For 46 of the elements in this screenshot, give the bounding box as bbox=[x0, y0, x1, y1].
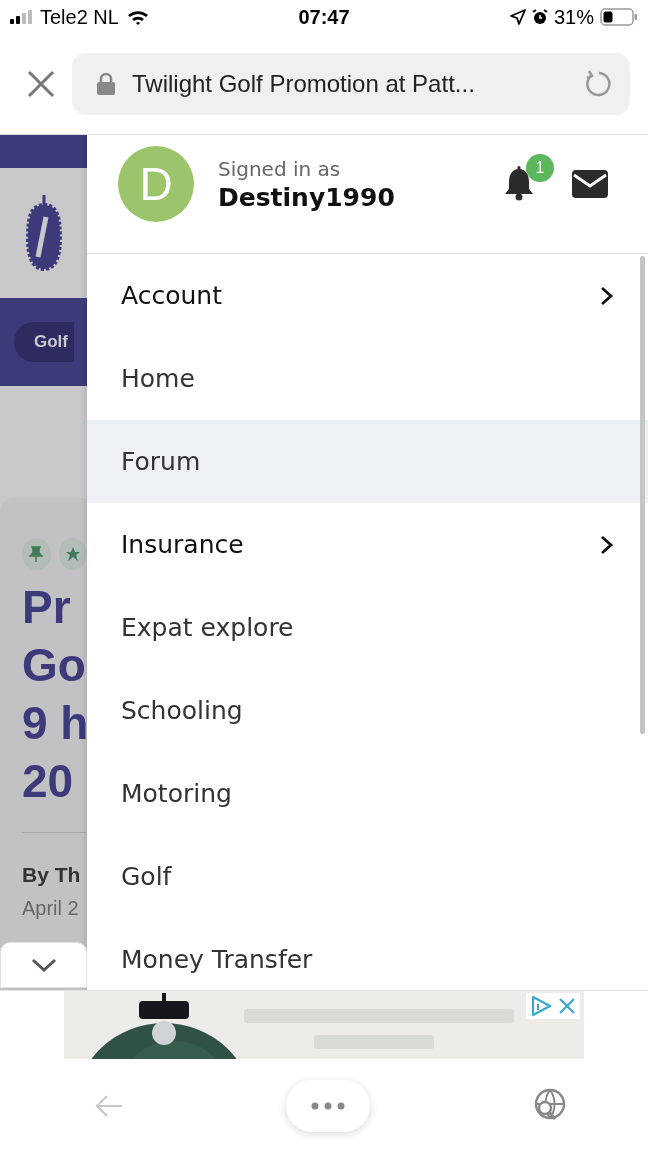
battery-percentage: 31% bbox=[553, 5, 594, 29]
address-bar[interactable]: Twilight Golf Promotion at Patt... bbox=[72, 53, 630, 115]
carrier-name: Tele2 NL bbox=[40, 5, 119, 29]
back-arrow-icon[interactable] bbox=[94, 1093, 124, 1118]
scrollbar[interactable] bbox=[640, 256, 645, 734]
menu-item[interactable]: Schooling bbox=[87, 669, 648, 752]
mail-icon[interactable] bbox=[572, 170, 608, 198]
article-title-fragment: 9 h bbox=[22, 696, 87, 751]
signal-icon bbox=[10, 10, 32, 24]
menu-item[interactable]: Money Transfer bbox=[87, 918, 648, 990]
chevron-down-icon bbox=[29, 957, 58, 973]
avatar: D bbox=[118, 146, 194, 222]
menu-item[interactable]: Golf bbox=[87, 835, 648, 918]
menu-item[interactable]: Forum bbox=[87, 420, 648, 503]
publish-date: April 2 bbox=[22, 897, 80, 920]
battery-icon bbox=[600, 8, 638, 26]
article-title-fragment: 20 bbox=[22, 754, 75, 809]
menu-item[interactable]: Motoring bbox=[87, 752, 648, 835]
notification-bell-icon[interactable] bbox=[502, 166, 536, 202]
close-icon[interactable] bbox=[558, 997, 576, 1015]
menu-item[interactable]: Account bbox=[87, 254, 648, 337]
page-title: Twilight Golf Promotion at Patt... bbox=[132, 70, 476, 98]
notification-count-badge: 1 bbox=[526, 154, 554, 182]
status-time: 07:47 bbox=[298, 5, 350, 29]
article-title-fragment: Pr bbox=[22, 580, 72, 635]
breadcrumb-link[interactable]: Golf bbox=[14, 322, 74, 362]
menu-item[interactable]: Expat explore bbox=[87, 586, 648, 669]
lock-icon bbox=[96, 72, 116, 96]
pin-icon bbox=[22, 538, 51, 570]
ad-choices-icon[interactable] bbox=[530, 995, 552, 1017]
more-dots-icon bbox=[311, 1101, 345, 1110]
username: Destiny1990 bbox=[218, 182, 396, 212]
durian-logo-icon bbox=[24, 193, 64, 273]
menu-item[interactable]: Insurance bbox=[87, 503, 648, 586]
article-title-fragment: Go bbox=[22, 638, 87, 693]
chevron-right-icon bbox=[600, 534, 614, 555]
wifi-icon bbox=[126, 9, 149, 25]
author-byline: By Th bbox=[22, 863, 82, 887]
alarm-clock-icon bbox=[531, 9, 548, 25]
menu-item[interactable]: Home bbox=[87, 337, 648, 420]
more-button[interactable] bbox=[286, 1079, 370, 1132]
signed-in-label: Signed in as bbox=[218, 156, 342, 181]
collapse-button[interactable] bbox=[0, 942, 87, 988]
location-arrow-icon bbox=[509, 9, 526, 25]
reload-icon[interactable] bbox=[584, 69, 614, 99]
chevron-right-icon bbox=[600, 285, 614, 306]
